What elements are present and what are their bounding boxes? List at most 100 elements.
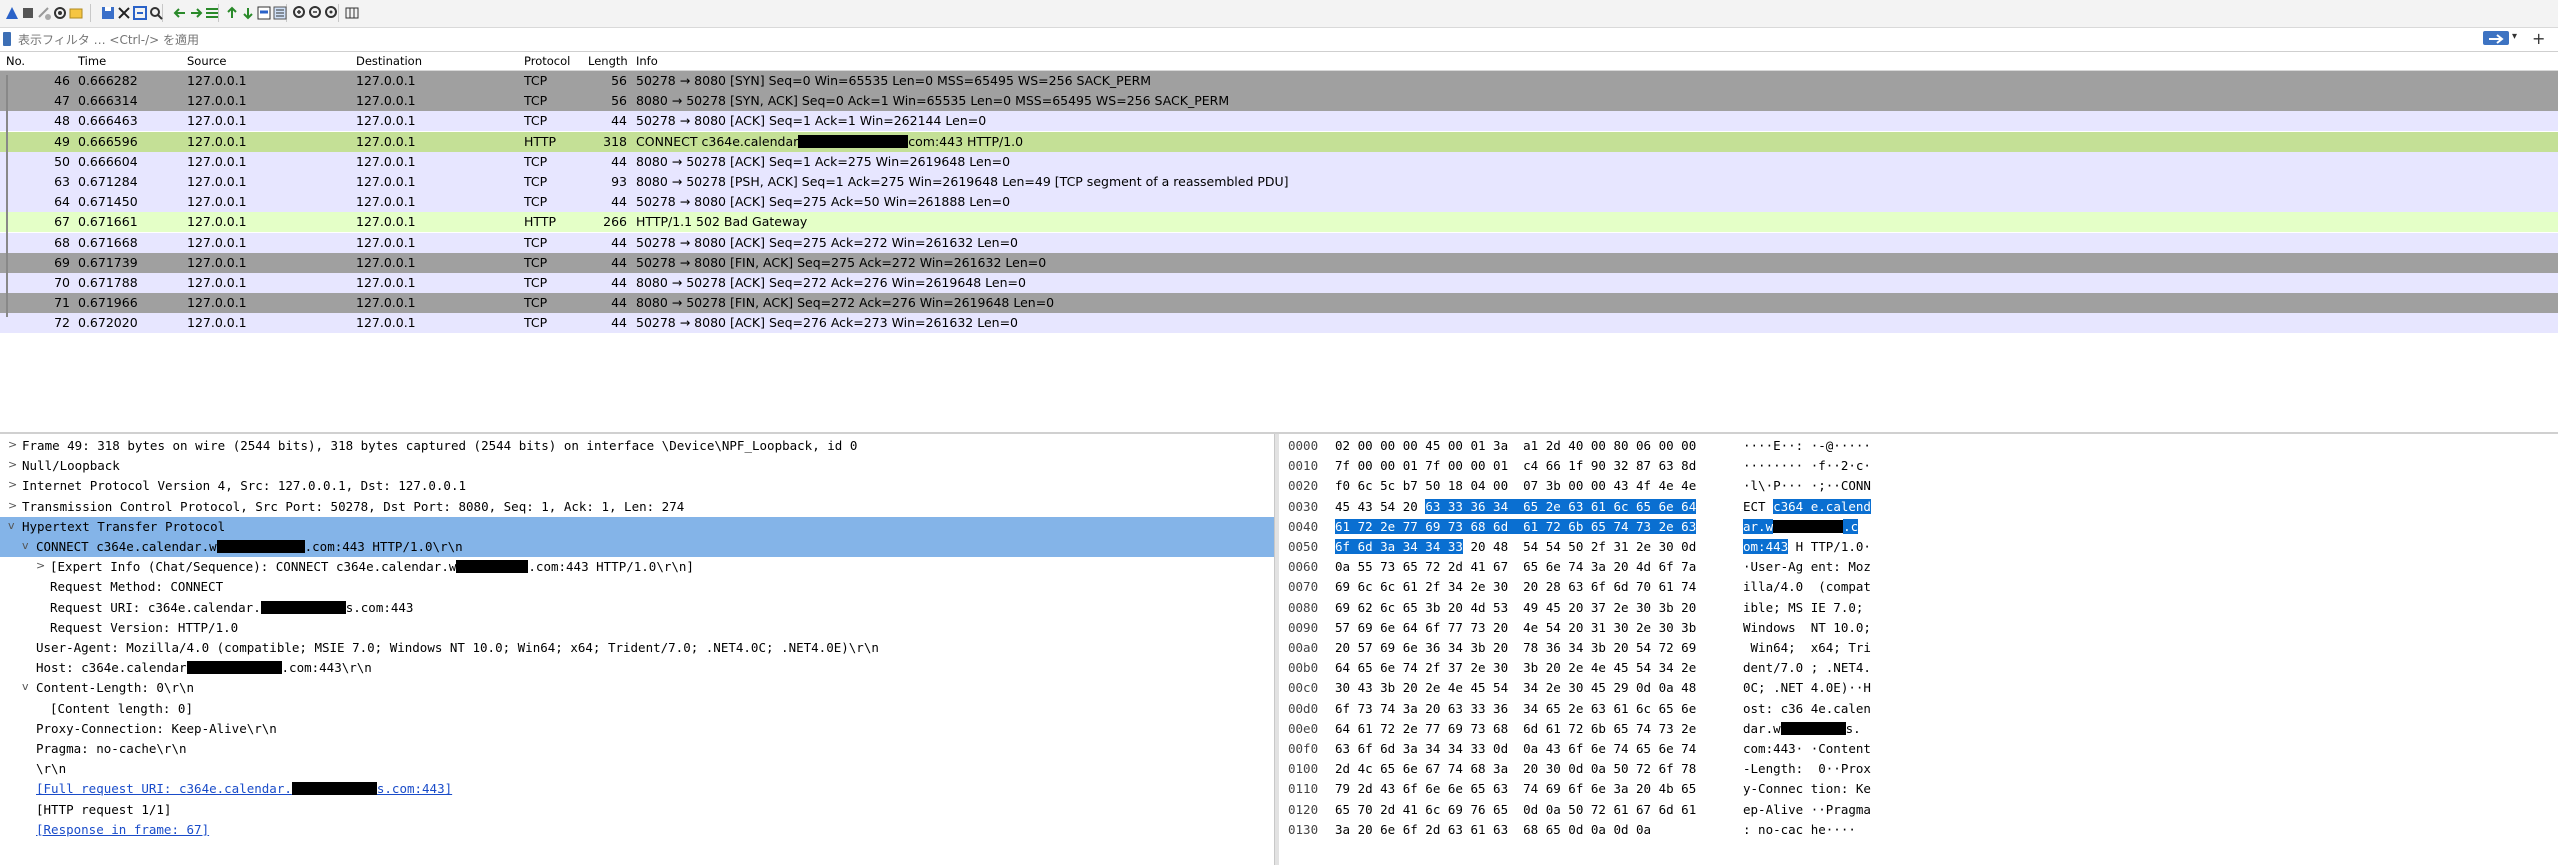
find-button[interactable]	[146, 3, 166, 23]
detail-row[interactable]: > [Expert Info (Chat/Sequence): CONNECT c…	[0, 557, 1274, 577]
resize-columns-button[interactable]	[342, 3, 362, 23]
hex-bytes[interactable]: 63 6f 6d 3a 34 34 33 0d 0a 43 6f 6e 74 6…	[1335, 741, 1696, 756]
detail-row[interactable]: v Content-Length: 0\r\n	[0, 678, 1274, 698]
hex-bytes[interactable]: 45 43 54 20 63 33 36 34 65 2e 63 61 6c 6…	[1335, 498, 1697, 514]
column-header-source[interactable]: Source	[187, 54, 227, 68]
hex-bytes[interactable]: 65 70 2d 41 6c 69 76 65 0d 0a 50 72 61 6…	[1335, 802, 1696, 817]
hex-bytes[interactable]: 3a 20 6e 6f 2d 63 61 63 68 65 0d 0a 0d 0…	[1335, 822, 1651, 837]
packet-row[interactable]: 69 0.671739 127.0.0.1 127.0.0.1 TCP 44 50278 →…	[0, 252, 2558, 273]
vertical-pane-splitter[interactable]	[1274, 434, 1279, 865]
packet-row[interactable]: 71 0.671966 127.0.0.1 127.0.0.1 TCP 44 8080 → …	[0, 293, 2558, 314]
detail-row[interactable]: User-Agent: Mozilla/4.0 (compatible; MSI…	[0, 638, 1274, 658]
column-header-protocol[interactable]: Protocol	[524, 54, 570, 68]
zoom-reset-button[interactable]	[322, 3, 342, 23]
ascii-bytes[interactable]: 0C; .NET 4.0E)··H	[1743, 680, 1871, 695]
packet-row[interactable]: 63 0.671284 127.0.0.1 127.0.0.1 TCP 93 8080 → …	[0, 172, 2558, 192]
hex-bytes[interactable]: 69 6c 6c 61 2f 34 2e 30 20 28 63 6f 6d 7…	[1335, 579, 1696, 594]
hex-bytes[interactable]: f0 6c 5c b7 50 18 04 00 07 3b 00 00 43 4…	[1335, 478, 1696, 493]
detail-row[interactable]: Request Version: HTTP/1.0	[0, 618, 1274, 638]
hex-bytes[interactable]: 79 2d 43 6f 6e 6e 65 63 74 69 6f 6e 3a 2…	[1335, 781, 1696, 796]
hex-bytes[interactable]: 6f 73 74 3a 20 63 33 36 34 65 2e 63 61 6…	[1335, 701, 1696, 716]
hex-bytes[interactable]: 30 43 3b 20 2e 4e 45 54 34 2e 30 45 29 0…	[1335, 680, 1696, 695]
expand-arrow-icon[interactable]: >	[8, 478, 18, 491]
detail-row[interactable]: Host: c364e.calendar .com:443\r\n	[0, 658, 1274, 678]
hex-bytes[interactable]: 69 62 6c 65 3b 20 4d 53 49 45 20 37 2e 3…	[1335, 600, 1696, 615]
hex-bytes[interactable]: 2d 4c 65 6e 67 74 68 3a 20 30 0d 0a 50 7…	[1335, 761, 1696, 776]
detail-row[interactable]: [Response in frame: 67]	[0, 820, 1274, 840]
ascii-bytes[interactable]: Windows NT 10.0;	[1743, 620, 1871, 635]
detail-row[interactable]: Proxy-Connection: Keep-Alive\r\n	[0, 719, 1274, 739]
ascii-bytes[interactable]: ible; MS IE 7.0;	[1743, 600, 1863, 615]
column-header-length[interactable]: Length	[588, 54, 628, 68]
hex-bytes[interactable]: 20 57 69 6e 36 34 3b 20 78 36 34 3b 20 5…	[1335, 640, 1696, 655]
detail-row[interactable]: [Full request URI: c364e.calendar. s.com:…	[0, 779, 1274, 799]
detail-row[interactable]: > Internet Protocol Version 4, Src: 127.0…	[0, 476, 1274, 496]
hex-bytes[interactable]: 61 72 2e 77 69 73 68 6d 61 72 6b 65 74 7…	[1335, 518, 1697, 534]
packet-row[interactable]: 50 0.666604 127.0.0.1 127.0.0.1 TCP 44 8080 → …	[0, 151, 2558, 172]
hex-bytes[interactable]: 6f 6d 3a 34 34 33 20 48 54 54 50 2f 31 2…	[1335, 539, 1696, 554]
filter-history-dropdown[interactable]: ▾	[2512, 31, 2522, 47]
ascii-bytes[interactable]: ar.w .c	[1743, 518, 1859, 534]
expand-arrow-icon[interactable]: >	[36, 559, 46, 572]
detail-row[interactable]: Request URI: c364e.calendar. s.com:443	[0, 598, 1274, 618]
column-header-time[interactable]: Time	[78, 54, 106, 68]
detail-row[interactable]: > Transmission Control Protocol, Src Port…	[0, 497, 1274, 517]
ascii-bytes[interactable]: ·l\·P··· ·;··CONN	[1743, 478, 1871, 493]
detail-row[interactable]: v Hypertext Transfer Protocol	[0, 516, 1274, 537]
detail-row[interactable]: Request Method: CONNECT	[0, 577, 1274, 597]
detail-row[interactable]: [Content length: 0]	[0, 699, 1274, 719]
detail-row[interactable]: [HTTP request 1/1]	[0, 800, 1274, 820]
expand-arrow-icon[interactable]: >	[8, 438, 18, 451]
ascii-bytes[interactable]: ECT c364 e.calend	[1743, 498, 1871, 514]
add-filter-button[interactable]: +	[2532, 29, 2550, 48]
column-header-no[interactable]: No.	[6, 54, 25, 68]
ascii-bytes[interactable]: ········ ·f··2·c·	[1743, 458, 1871, 473]
packet-row[interactable]: 46 0.666282 127.0.0.1 127.0.0.1 TCP 56 50278 →…	[0, 71, 2558, 91]
open-folder-button[interactable]	[66, 3, 86, 23]
ascii-bytes[interactable]: : no-cac he····	[1743, 822, 1856, 837]
hex-bytes[interactable]: 02 00 00 00 45 00 01 3a a1 2d 40 00 80 0…	[1335, 438, 1696, 453]
ascii-bytes[interactable]: ost: c36 4e.calen	[1743, 701, 1871, 716]
ascii-bytes[interactable]: ep-Alive ··Pragma	[1743, 802, 1871, 817]
detail-row[interactable]: Pragma: no-cache\r\n	[0, 739, 1274, 759]
packet-row[interactable]: 64 0.671450 127.0.0.1 127.0.0.1 TCP 44 50278 →…	[0, 192, 2558, 213]
collapse-arrow-icon[interactable]: v	[8, 519, 18, 532]
expand-arrow-icon[interactable]: >	[8, 499, 18, 512]
hex-bytes[interactable]: 7f 00 00 01 7f 00 00 01 c4 66 1f 90 32 8…	[1335, 458, 1696, 473]
ascii-bytes[interactable]: ·User-Ag ent: Moz	[1743, 559, 1871, 574]
apply-filter-button[interactable]	[2483, 31, 2509, 45]
hex-bytes[interactable]: 64 61 72 2e 77 69 73 68 6d 61 72 6b 65 7…	[1335, 721, 1696, 736]
ascii-bytes[interactable]: Win64; x64; Tri	[1743, 640, 1871, 655]
detail-text[interactable]: [Full request URI: c364e.calendar. s.com:…	[36, 781, 452, 796]
hex-bytes[interactable]: 64 65 6e 74 2f 37 2e 30 3b 20 2e 4e 45 5…	[1335, 660, 1696, 675]
column-header-info[interactable]: Info	[636, 54, 658, 68]
ascii-bytes[interactable]: com:443· ·Content	[1743, 741, 1871, 756]
ascii-bytes[interactable]: -Length: 0··Prox	[1743, 761, 1871, 776]
packet-row[interactable]: 49 0.666596 127.0.0.1 127.0.0.1 HTTP 318 CONNE…	[0, 131, 2558, 152]
packet-row[interactable]: 68 0.671668 127.0.0.1 127.0.0.1 TCP 44 50278 →…	[0, 232, 2558, 253]
detail-row[interactable]: > Null/Loopback	[0, 456, 1274, 476]
goto-packet-button[interactable]	[202, 3, 222, 23]
collapse-arrow-icon[interactable]: v	[22, 680, 32, 693]
display-filter-input[interactable]	[16, 30, 2480, 49]
packet-row[interactable]: 72 0.672020 127.0.0.1 127.0.0.1 TCP 44 50278 →…	[0, 313, 2558, 334]
bookmark-icon[interactable]	[3, 32, 11, 46]
ascii-bytes[interactable]: dent/7.0 ; .NET4.	[1743, 660, 1871, 675]
packet-row[interactable]: 67 0.671661 127.0.0.1 127.0.0.1 HTTP 266 HTTP/…	[0, 212, 2558, 233]
ascii-bytes[interactable]: ····E··: ·-@·····	[1743, 438, 1871, 453]
detail-row[interactable]: \r\n	[0, 759, 1274, 779]
ascii-bytes[interactable]: y-Connec tion: Ke	[1743, 781, 1871, 796]
detail-row[interactable]: > Frame 49: 318 bytes on wire (2544 bits)…	[0, 436, 1274, 456]
packet-row[interactable]: 47 0.666314 127.0.0.1 127.0.0.1 TCP 56 8080 → …	[0, 91, 2558, 112]
collapse-arrow-icon[interactable]: v	[22, 539, 32, 552]
ascii-bytes[interactable]: illa/4.0 (compat	[1743, 579, 1871, 594]
colorize-button[interactable]	[270, 3, 290, 23]
packet-row[interactable]: 70 0.671788 127.0.0.1 127.0.0.1 TCP 44 8080 → …	[0, 273, 2558, 293]
hex-bytes[interactable]: 0a 55 73 65 72 2d 41 67 65 6e 74 3a 20 4…	[1335, 559, 1696, 574]
ascii-bytes[interactable]: dar.w s.	[1743, 721, 1861, 736]
expand-arrow-icon[interactable]: >	[8, 458, 18, 471]
packet-row[interactable]: 48 0.666463 127.0.0.1 127.0.0.1 TCP 44 50278 →…	[0, 111, 2558, 132]
detail-text[interactable]: [Response in frame: 67]	[36, 822, 209, 837]
column-header-destination[interactable]: Destination	[356, 54, 422, 68]
hex-bytes[interactable]: 57 69 6e 64 6f 77 73 20 4e 54 20 31 30 2…	[1335, 620, 1696, 635]
